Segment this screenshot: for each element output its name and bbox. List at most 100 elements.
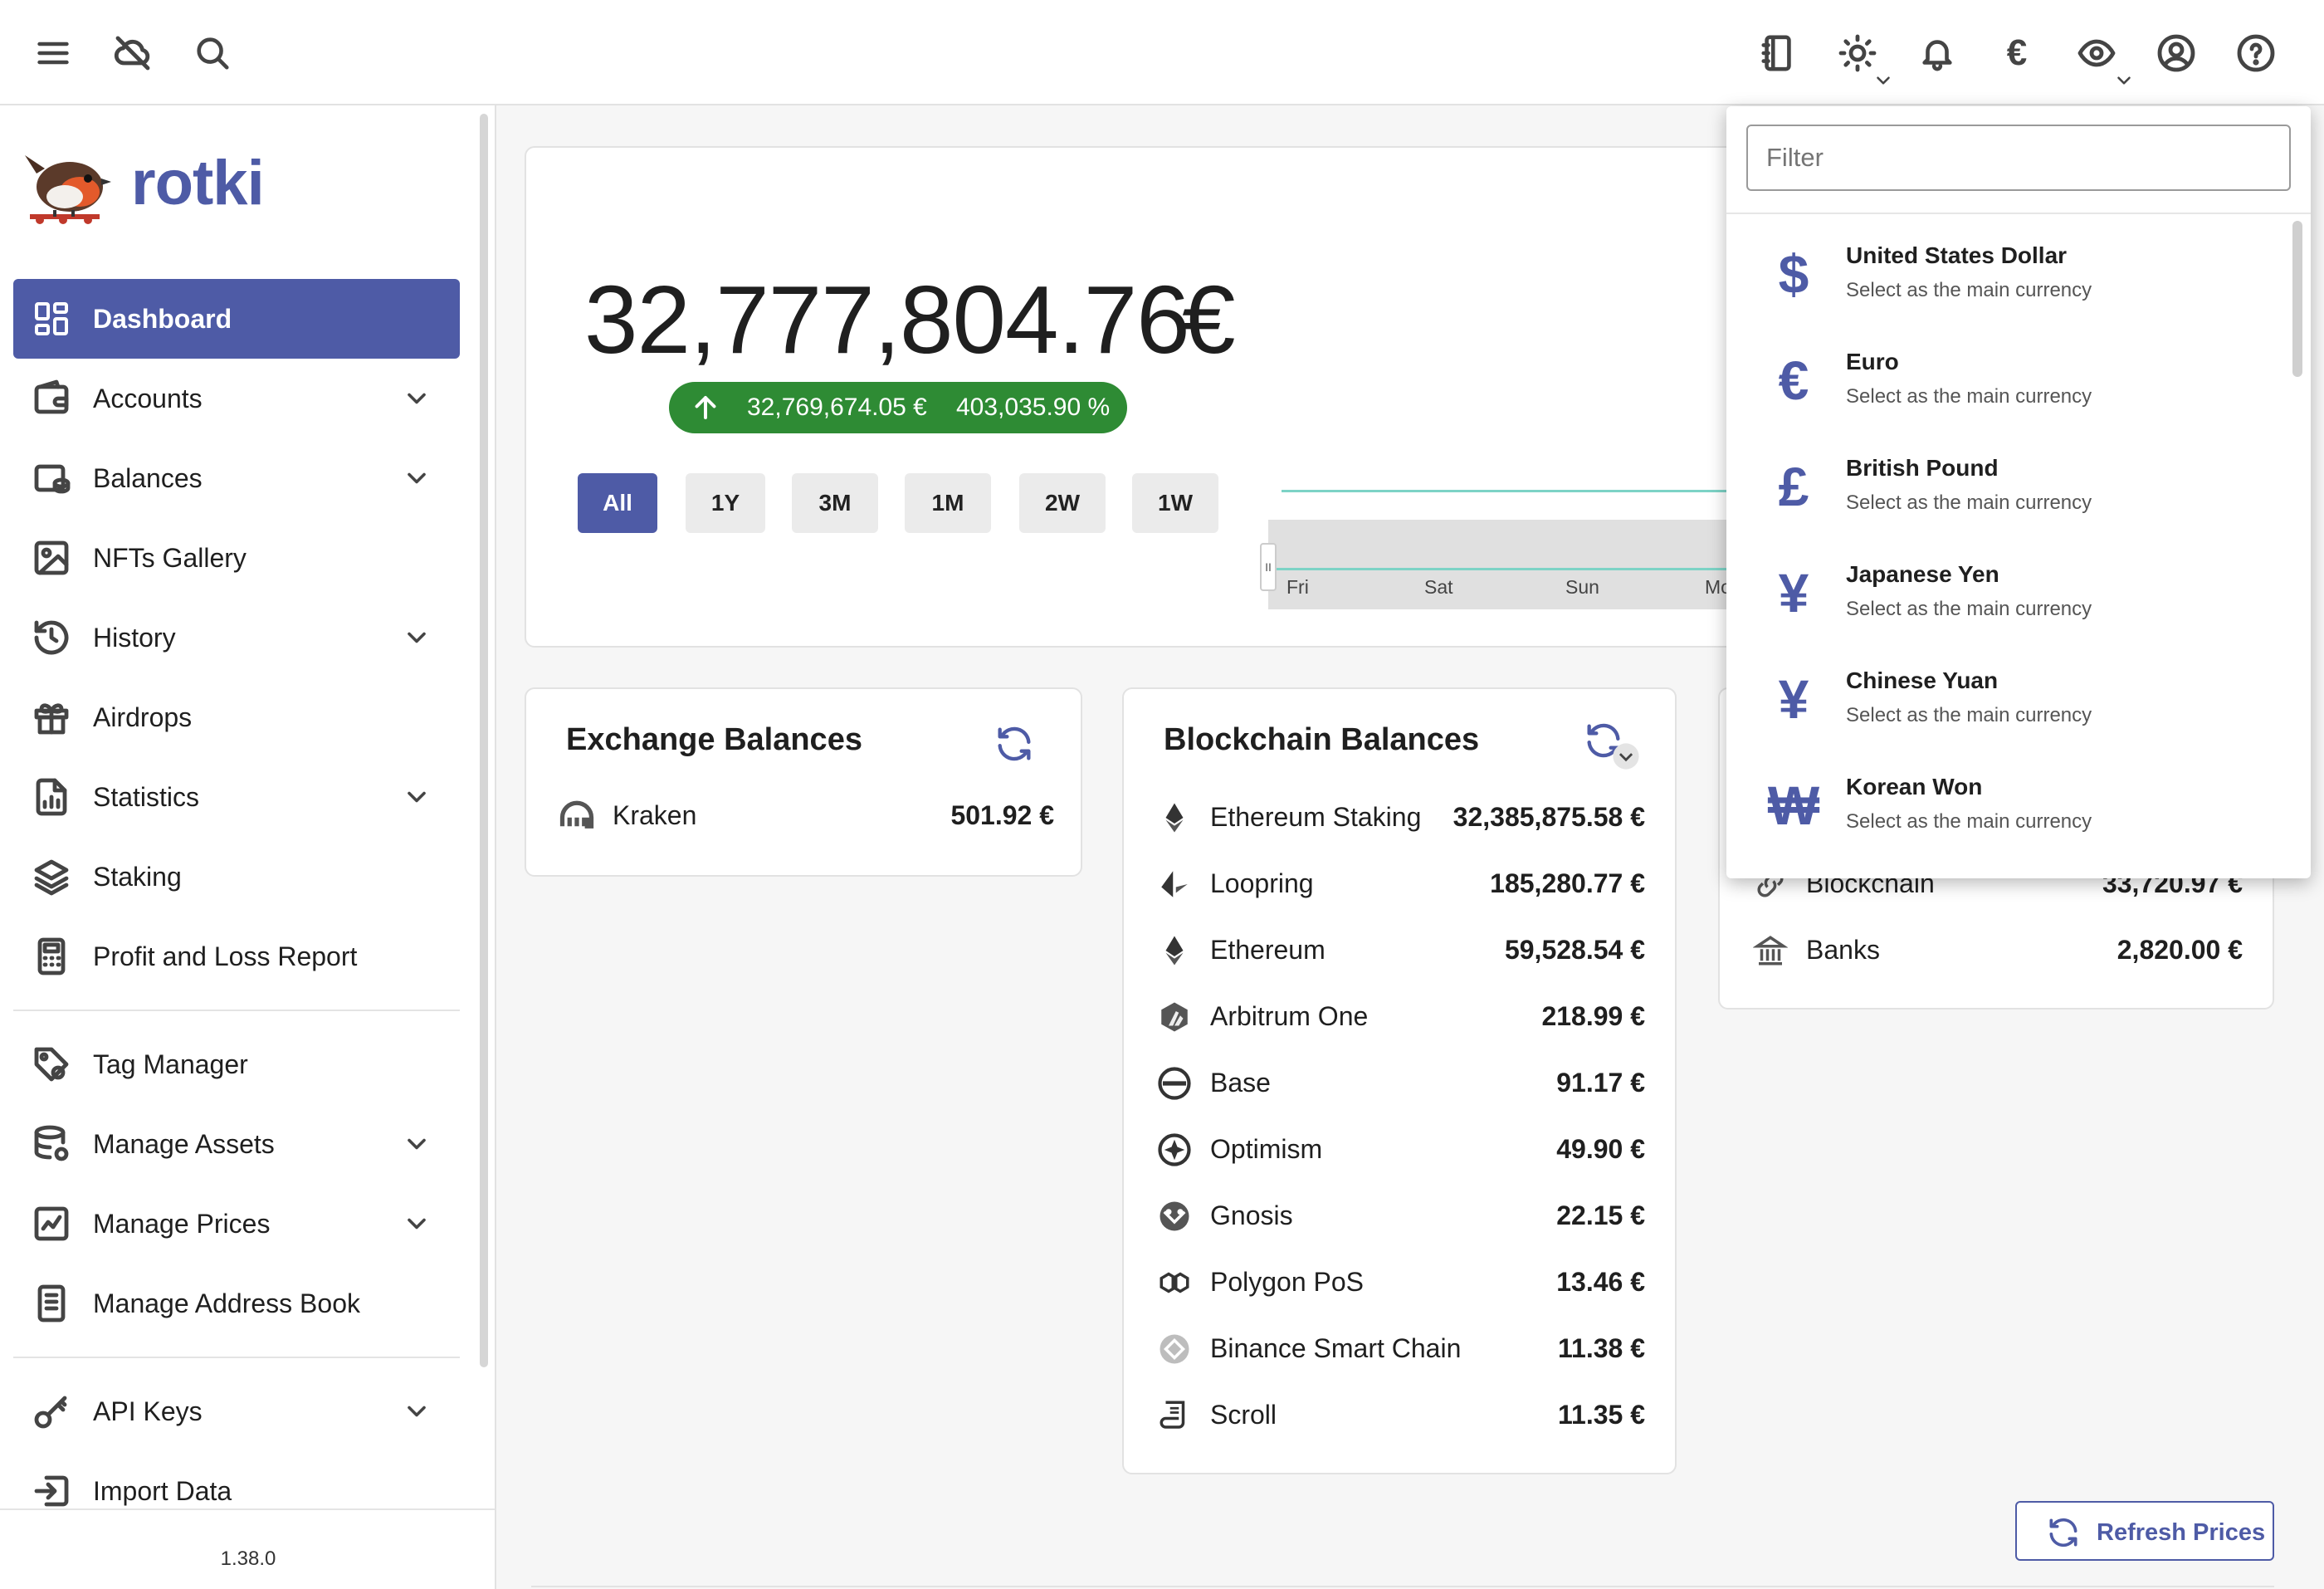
manual-balance-name: Banks	[1806, 934, 1880, 965]
currency-item-krw[interactable]: ₩ Korean Won Select as the main currency	[1726, 752, 2291, 858]
dashboard-icon	[35, 302, 68, 335]
currency-symbol-icon: ₩	[1767, 775, 1820, 836]
range-selector-handle[interactable]: II	[1260, 543, 1277, 591]
blockchain-row[interactable]: Base 91.17 €	[1157, 1058, 1645, 1107]
blockchain-row[interactable]: Loopring 185,280.77 €	[1157, 858, 1645, 908]
currency-item-cny[interactable]: ¥ Chinese Yuan Select as the main curren…	[1726, 646, 2291, 752]
exchange-balances-card: Exchange Balances Kraken 501.92 €	[525, 687, 1082, 877]
exchange-row[interactable]: Kraken 501.92 €	[559, 790, 1054, 840]
blockchain-row[interactable]: Optimism 49.90 €	[1157, 1124, 1645, 1174]
currency-subtitle: Select as the main currency	[1846, 279, 2092, 301]
chevron-down-icon[interactable]	[402, 1209, 432, 1239]
blockchain-row[interactable]: Scroll 11.35 €	[1157, 1390, 1645, 1440]
range-1w-button[interactable]: 1W	[1132, 473, 1218, 533]
sidebar-item-statistics[interactable]: Statistics	[13, 757, 460, 837]
notes-icon[interactable]	[1751, 27, 1804, 80]
sidebar-item-tag-manager[interactable]: Tag Manager	[13, 1024, 460, 1104]
sidebar-item-manage-assets[interactable]: Manage Assets	[13, 1104, 460, 1184]
tag-icon	[34, 1047, 69, 1082]
bell-icon[interactable]	[1911, 27, 1964, 80]
chevron-down-icon[interactable]	[1872, 70, 1894, 91]
euro-icon[interactable]: €	[1990, 27, 2043, 80]
percentage-change-badge: 32,769,674.05 € 403,035.90 %	[669, 382, 1127, 433]
sidebar-item-dashboard[interactable]: Dashboard	[13, 279, 460, 359]
sidebar-item-manage-prices[interactable]: Manage Prices	[13, 1184, 460, 1264]
range-2w-button[interactable]: 2W	[1019, 473, 1106, 533]
blockchain-row[interactable]: Gnosis 22.15 €	[1157, 1191, 1645, 1240]
menu-scrollbar[interactable]	[2292, 221, 2302, 377]
manual-balance-row[interactable]: Banks 2,820.00 €	[1753, 925, 2243, 975]
sidebar-scrollbar[interactable]	[480, 114, 488, 1367]
refresh-icon[interactable]	[993, 722, 1036, 765]
blockchain-row[interactable]: Binance Smart Chain 11.38 €	[1157, 1323, 1645, 1373]
cloud-off-icon[interactable]	[106, 27, 159, 80]
sidebar-item-balances[interactable]: Balances	[13, 438, 460, 518]
arbitrum-icon	[1161, 1002, 1188, 1032]
gift-icon	[34, 703, 69, 735]
sidebar-item-staking[interactable]: Staking	[13, 837, 460, 917]
menu-divider	[1726, 213, 2311, 214]
address-book-icon	[37, 1284, 66, 1323]
range-all-button[interactable]: All	[578, 473, 657, 533]
chain-name: Ethereum	[1210, 934, 1326, 965]
currency-symbol-icon: $	[1778, 243, 1809, 305]
rotki-logo	[22, 140, 113, 232]
sidebar-item-airdrops[interactable]: Airdrops	[13, 677, 460, 757]
chevron-down-icon[interactable]	[1612, 742, 1640, 770]
menu-icon[interactable]	[27, 27, 80, 80]
search-icon[interactable]	[186, 27, 239, 80]
chain-name: Binance Smart Chain	[1210, 1332, 1462, 1363]
currency-symbol-icon: £	[1778, 456, 1809, 517]
sidebar-item-manage-address-book[interactable]: Manage Address Book	[13, 1264, 460, 1343]
currency-name: Korean Won	[1846, 774, 1983, 799]
sidebar-item-label: Accounts	[93, 383, 203, 413]
chart-tick: Fri	[1286, 576, 1309, 598]
sidebar-item-import-data[interactable]: Import Data	[13, 1451, 460, 1531]
chart-range-selector[interactable]: II Fri Sat Sun Mo	[1260, 520, 1733, 609]
app-version: 1.38.0	[220, 1547, 276, 1570]
sidebar-item-api-keys[interactable]: API Keys	[13, 1371, 460, 1451]
account-icon[interactable]	[2150, 27, 2203, 80]
blockchain-balances-card: Blockchain Balances Ethereum Staking 32,…	[1122, 687, 1677, 1474]
currency-symbol-icon: ¥	[1778, 562, 1809, 623]
chevron-down-icon[interactable]	[2113, 70, 2135, 91]
help-icon[interactable]	[2229, 27, 2282, 80]
database-icon	[34, 1125, 69, 1161]
sidebar-item-label: Staking	[93, 861, 182, 892]
chevron-down-icon[interactable]	[402, 384, 432, 413]
chevron-down-icon[interactable]	[402, 623, 432, 653]
sidebar-item-label: Manage Assets	[93, 1128, 275, 1159]
range-3m-button[interactable]: 3M	[792, 473, 878, 533]
total-net-value: 32,777,804.76	[584, 266, 1190, 374]
sidebar-item-profit-and-loss-report[interactable]: Profit and Loss Report	[13, 917, 460, 996]
chevron-down-icon[interactable]	[402, 782, 432, 812]
layers-icon	[34, 859, 69, 896]
chevron-down-icon[interactable]	[402, 1396, 432, 1426]
sidebar-item-accounts[interactable]: Accounts	[13, 359, 460, 438]
range-1m-button[interactable]: 1M	[905, 473, 991, 533]
currency-item-gbp[interactable]: £ British Pound Select as the main curre…	[1726, 433, 2291, 540]
currency-item-jpy[interactable]: ¥ Japanese Yen Select as the main curren…	[1726, 540, 2291, 646]
chain-name: Polygon PoS	[1210, 1266, 1365, 1297]
top-bar: €	[0, 0, 2324, 105]
chain-value: 218.99 €	[1541, 1000, 1645, 1031]
chain-name: Loopring	[1210, 868, 1314, 898]
range-1y-button[interactable]: 1Y	[686, 473, 765, 533]
refresh-prices-label: Refresh Prices	[2097, 1519, 2266, 1546]
currency-filter-input[interactable]	[1746, 125, 2291, 191]
sidebar-item-nfts-gallery[interactable]: NFTs Gallery	[13, 518, 460, 598]
sidebar-item-history[interactable]: History	[13, 598, 460, 677]
currency-item-usd[interactable]: $ United States Dollar Select as the mai…	[1726, 221, 2291, 327]
sidebar-item-label: Airdrops	[93, 702, 193, 732]
blockchain-row[interactable]: Ethereum 59,528.54 €	[1157, 925, 1645, 975]
blockchain-row[interactable]: Ethereum Staking 32,385,875.58 €	[1157, 792, 1645, 842]
blockchain-row[interactable]: Polygon PoS 13.46 €	[1157, 1257, 1645, 1307]
app-name: rotki	[131, 148, 265, 218]
chevron-down-icon[interactable]	[402, 463, 432, 493]
blockchain-row[interactable]: Arbitrum One 218.99 €	[1157, 991, 1645, 1041]
currency-item-eur[interactable]: € Euro Select as the main currency	[1726, 327, 2291, 433]
refresh-prices-button[interactable]: Refresh Prices	[2015, 1501, 2274, 1561]
sidebar-divider	[13, 1357, 460, 1358]
sidebar-item-label: NFTs Gallery	[93, 542, 247, 573]
chevron-down-icon[interactable]	[402, 1129, 432, 1159]
